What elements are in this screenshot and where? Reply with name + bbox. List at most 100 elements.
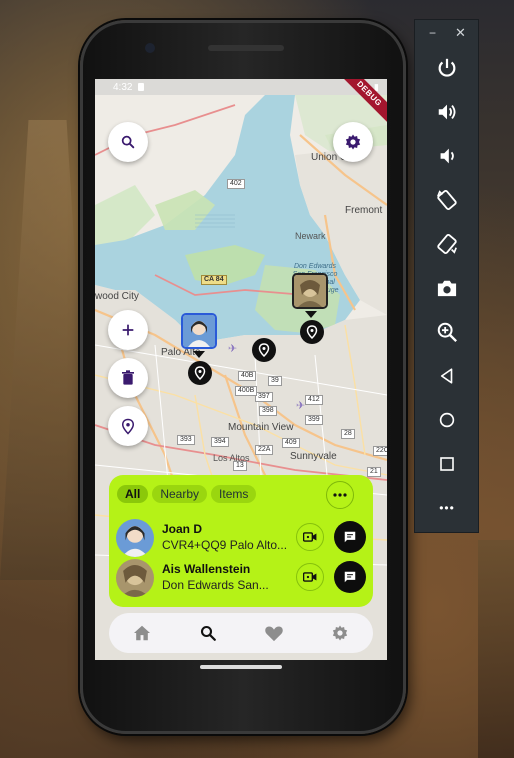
chat-button[interactable] — [334, 561, 366, 593]
contact-list-item[interactable]: Ais Wallenstein Don Edwards San... — [116, 559, 368, 597]
road-badge-21: 21 — [367, 467, 381, 477]
svg-text:✈: ✈ — [228, 342, 237, 355]
bottom-navigation — [109, 613, 373, 653]
location-pin-icon — [306, 325, 318, 339]
back-button[interactable] — [429, 358, 465, 394]
road-badge-400b: 400B — [235, 386, 258, 396]
search-icon — [200, 625, 216, 641]
gesture-home-bar[interactable] — [200, 665, 282, 669]
road-badge-394: 394 — [211, 437, 229, 447]
more-options-button[interactable] — [326, 481, 354, 509]
video-call-button[interactable] — [296, 563, 324, 591]
road-badge-39: 39 — [268, 376, 282, 386]
volume-down-button[interactable] — [429, 138, 465, 174]
rotate-right-icon — [437, 233, 457, 255]
ais-marker-tail — [305, 311, 317, 318]
svg-text:✈: ✈ — [296, 399, 305, 412]
add-button[interactable] — [108, 310, 148, 350]
item-location-pin[interactable] — [252, 338, 276, 362]
road-badge-412: 412 — [305, 395, 323, 405]
joan-avatar-art — [183, 315, 215, 347]
filter-chip-nearby[interactable]: Nearby — [152, 485, 208, 503]
joan-marker-tail — [193, 351, 205, 358]
ais-avatar-art — [116, 559, 154, 597]
front-camera — [145, 43, 155, 53]
contact-name: Joan D — [162, 522, 203, 536]
road-badge-ca84: CA 84 — [201, 275, 227, 285]
road-badge-28: 28 — [341, 429, 355, 439]
overview-button[interactable] — [429, 446, 465, 482]
close-button[interactable]: ✕ — [455, 25, 466, 41]
phone-screen: ✈ ✈ Union City Fremont Newark wood City … — [95, 79, 387, 660]
contact-marker-ais[interactable] — [292, 273, 328, 309]
settings-button[interactable] — [333, 122, 373, 162]
volume-up-button[interactable] — [429, 94, 465, 130]
back-icon — [440, 368, 453, 384]
nav-favorites[interactable] — [254, 617, 294, 649]
road-badge-402: 402 — [227, 179, 245, 189]
sim-card-icon — [138, 83, 145, 91]
emulator-toolbar: − ✕ ••• — [414, 19, 479, 533]
home-icon — [134, 625, 150, 641]
gear-icon — [345, 134, 361, 150]
chat-icon — [344, 531, 356, 543]
filter-chip-items[interactable]: Items — [211, 485, 257, 503]
road-badge-393: 393 — [177, 435, 195, 445]
map-label-fremont: Fremont — [345, 205, 383, 216]
map-label-wood-city: wood City — [95, 291, 139, 302]
rotate-left-icon — [437, 189, 457, 211]
joan-location-pin[interactable] — [188, 361, 212, 385]
filter-chips: All Nearby Items — [117, 485, 257, 503]
volume-down-icon — [440, 148, 454, 164]
wallpaper-figure — [478, 540, 514, 758]
contact-list-item[interactable]: Joan D CVR4+QQ9 Palo Alto... — [116, 519, 368, 557]
video-call-button[interactable] — [296, 523, 324, 551]
road-badge-22a: 22A — [255, 445, 274, 455]
camera-icon — [437, 280, 457, 297]
minimize-button[interactable]: − — [429, 26, 436, 40]
search-icon — [121, 135, 135, 149]
video-camera-icon — [303, 572, 317, 582]
more-icon[interactable]: ••• — [429, 490, 465, 526]
road-badge-398: 398 — [259, 406, 277, 416]
delete-button[interactable] — [108, 358, 148, 398]
location-pin-icon — [194, 366, 206, 380]
home-circle-icon — [439, 412, 455, 428]
search-button[interactable] — [108, 122, 148, 162]
filter-chip-all[interactable]: All — [117, 485, 149, 503]
road-badge-397: 397 — [255, 392, 273, 402]
road-badge-399: 399 — [305, 415, 323, 425]
road-badge-13: 13 — [233, 461, 247, 471]
avatar — [116, 519, 154, 557]
home-button[interactable] — [429, 402, 465, 438]
power-button[interactable] — [429, 50, 465, 86]
map-label-mountain-view: Mountain View — [228, 422, 294, 433]
more-horizontal-icon — [333, 493, 347, 497]
status-time: 4:32 — [113, 81, 133, 93]
road-badge-409: 409 — [282, 438, 300, 448]
my-location-button[interactable] — [108, 406, 148, 446]
contact-marker-joan[interactable] — [181, 313, 217, 349]
nav-home[interactable] — [122, 617, 162, 649]
road-badge-40b: 40B — [238, 371, 257, 381]
nav-search[interactable] — [188, 617, 228, 649]
chat-icon — [344, 571, 356, 583]
trash-icon — [122, 370, 134, 385]
nav-settings[interactable] — [320, 617, 360, 649]
road-badge-22c: 22C — [373, 446, 387, 456]
ais-location-pin[interactable] — [300, 320, 324, 344]
rotate-left-button[interactable] — [429, 182, 465, 218]
contact-location: CVR4+QQ9 Palo Alto... — [162, 538, 288, 552]
earpiece-speaker — [208, 45, 284, 51]
video-camera-icon — [303, 532, 317, 542]
screenshot-button[interactable] — [429, 270, 465, 306]
chat-button[interactable] — [334, 521, 366, 553]
contacts-sheet: All Nearby Items Joan D CVR4+QQ9 Palo Al… — [109, 475, 373, 607]
rotate-right-button[interactable] — [429, 226, 465, 262]
plus-icon — [122, 324, 134, 336]
map-label-newark: Newark — [295, 231, 326, 241]
location-pin-icon — [121, 418, 135, 435]
heart-icon — [265, 626, 283, 642]
volume-up-icon — [438, 104, 456, 120]
zoom-button[interactable] — [429, 314, 465, 350]
